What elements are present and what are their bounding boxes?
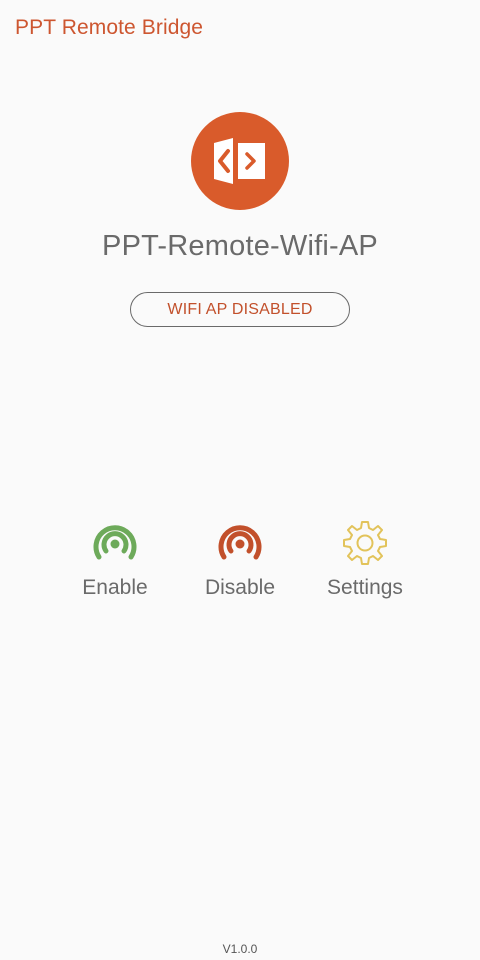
wifi-ap-enable-icon [90, 518, 140, 568]
settings-label: Settings [327, 576, 403, 599]
app-logo [191, 112, 289, 210]
ppt-logo-icon [214, 138, 265, 184]
disable-label: Disable [204, 576, 276, 599]
enable-label: Enable [82, 576, 148, 599]
wifi-ap-disable-icon [215, 518, 265, 568]
app-title: PPT Remote Bridge [15, 16, 204, 39]
action-row: Enable Disable Settings [0, 518, 480, 608]
version-label: V1.0.0 [222, 942, 258, 956]
ap-name: PPT-Remote-Wifi-AP [102, 230, 378, 262]
settings-button[interactable]: Settings [305, 518, 425, 600]
status-text: WIFI AP DISABLED [167, 300, 313, 318]
enable-button[interactable]: Enable [55, 518, 175, 600]
status-badge: WIFI AP DISABLED [130, 292, 350, 327]
disable-button[interactable]: Disable [180, 518, 300, 600]
gear-icon [340, 518, 390, 568]
